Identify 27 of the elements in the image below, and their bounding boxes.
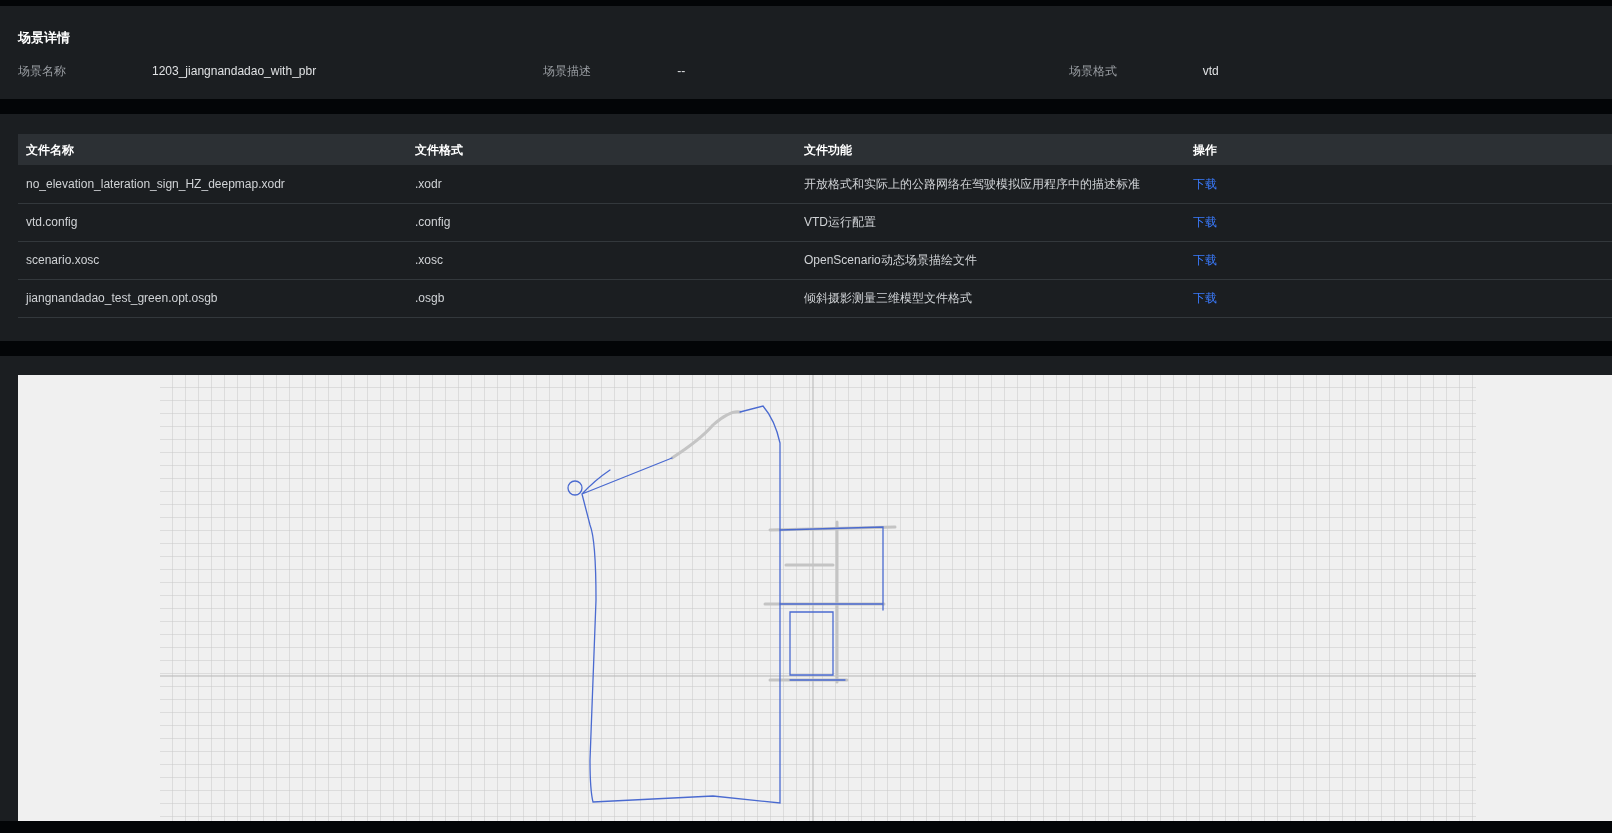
panel-title: 场景详情 [18, 30, 71, 46]
table-cell: vtd.config [18, 203, 407, 241]
field-label: 场景名称 [18, 62, 67, 80]
field-value: vtd [1202, 63, 1219, 78]
table-cell: scenario.xosc [18, 241, 407, 279]
table-cell: jiangnandadao_test_green.opt.osgb [18, 279, 407, 317]
table-cell: 倾斜摄影测量三维模型文件格式 [796, 279, 1185, 317]
column-header: 操作 [1185, 134, 1612, 165]
download-link[interactable]: 下载 [1193, 253, 1217, 267]
column-header: 文件名称 [18, 134, 407, 165]
column-header: 文件功能 [796, 134, 1185, 165]
table-cell: VTD运行配置 [796, 203, 1185, 241]
field-label: 场景描述 [543, 62, 593, 80]
table-cell: .xosc [407, 241, 796, 279]
table-cell: OpenScenario动态场景描绘文件 [796, 241, 1185, 279]
table-cell: .config [407, 203, 796, 241]
download-link[interactable]: 下载 [1193, 215, 1217, 229]
download-link[interactable]: 下载 [1193, 176, 1217, 191]
column-header: 文件格式 [407, 134, 796, 165]
download-link[interactable]: 下载 [1193, 291, 1217, 305]
field-value: 1203_jiangnandadao_with_pbr [152, 63, 317, 78]
table-cell: .osgb [407, 279, 796, 317]
table-cell: 开放格式和实际上的公路网络在驾驶模拟应用程序中的描述标准 [796, 165, 1185, 203]
table-cell: no_elevation_lateration_sign_HZ_deepmap.xodr [18, 165, 407, 203]
table-cell: .xodr [407, 165, 796, 203]
field-value: -- [677, 63, 686, 78]
field-label: 场景格式 [1068, 62, 1118, 80]
